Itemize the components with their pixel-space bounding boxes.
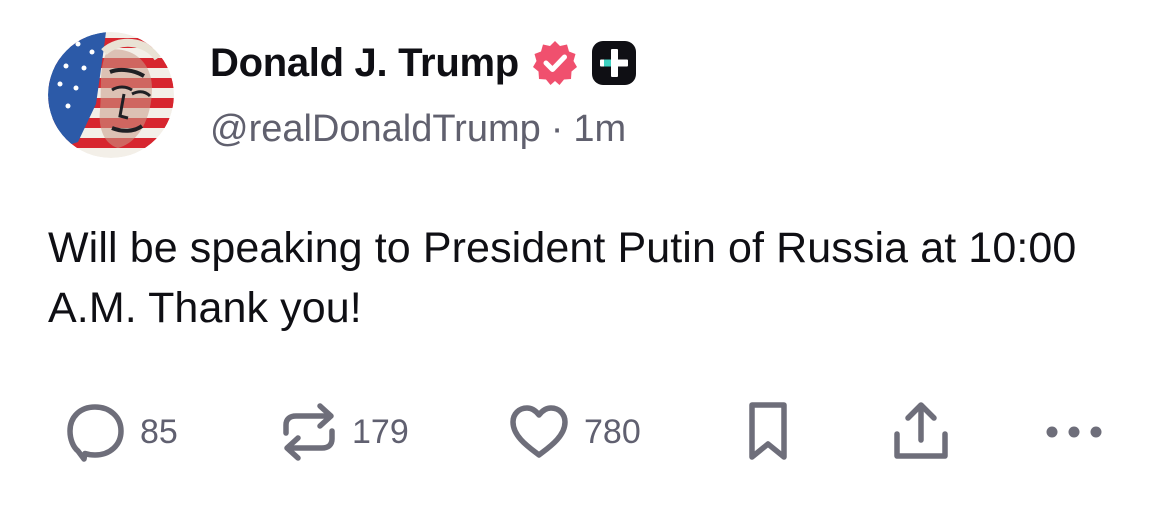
post-body: Will be speaking to President Putin of R…: [48, 224, 1077, 332]
truth-social-post: Donald J. Trump @realDonaldTrump · 1m Wi…: [0, 0, 1170, 525]
like-button[interactable]: 780: [508, 400, 641, 464]
meta-separator: ·: [550, 108, 564, 150]
share-button[interactable]: [892, 400, 950, 464]
author-display-name[interactable]: Donald J. Trump: [210, 41, 519, 86]
reply-button[interactable]: 85: [66, 400, 178, 464]
share-icon: [894, 402, 948, 459]
bookmark-icon: [749, 402, 787, 460]
verified-badge-icon: [531, 39, 579, 87]
reply-count: 85: [140, 412, 178, 451]
bookmark-button[interactable]: [744, 400, 792, 464]
repost-button[interactable]: 179: [280, 400, 409, 464]
avatar[interactable]: [48, 32, 174, 158]
ellipsis-icon: [1046, 426, 1102, 438]
heart-icon: [510, 405, 568, 458]
author-handle[interactable]: @realDonaldTrump: [210, 108, 541, 151]
repost-count: 179: [352, 412, 409, 451]
like-count: 780: [584, 412, 641, 451]
post-timestamp[interactable]: 1m: [573, 108, 626, 151]
reply-icon: [67, 404, 124, 462]
action-bar: 85 179 780: [0, 400, 1170, 464]
post-meta: @realDonaldTrump · 1m: [210, 108, 626, 151]
more-options-button[interactable]: [1044, 400, 1104, 464]
plus-badge-icon: [591, 40, 637, 86]
author-name-row: Donald J. Trump: [210, 38, 637, 88]
repost-icon: [283, 403, 335, 461]
flag-portrait-avatar: [48, 32, 174, 158]
